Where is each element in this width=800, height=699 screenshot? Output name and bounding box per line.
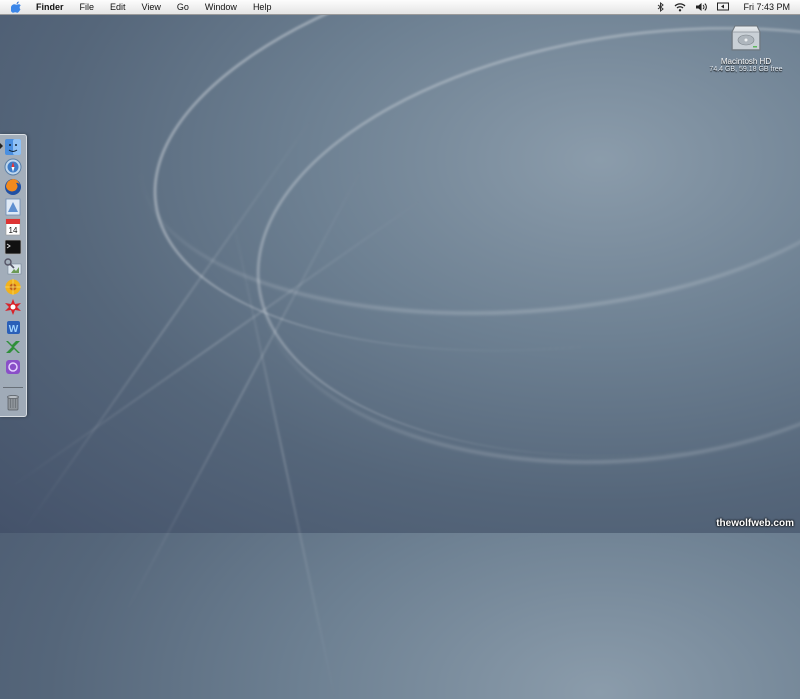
menu-go[interactable]: Go bbox=[169, 0, 197, 14]
wifi-icon[interactable] bbox=[674, 0, 686, 14]
running-indicator bbox=[0, 143, 3, 149]
trash-icon[interactable] bbox=[4, 393, 22, 411]
ical-icon[interactable]: 14 bbox=[4, 218, 22, 236]
svg-text:W: W bbox=[9, 324, 19, 335]
menu-view[interactable]: View bbox=[134, 0, 169, 14]
bluetooth-icon[interactable] bbox=[657, 0, 665, 14]
drive-info-label: 74.4 GB, 59.18 GB free bbox=[709, 66, 783, 73]
drive-name-label: Macintosh HD bbox=[720, 57, 772, 66]
mail-icon[interactable] bbox=[4, 198, 22, 216]
menu-edit[interactable]: Edit bbox=[102, 0, 134, 14]
entourage-icon[interactable] bbox=[4, 358, 22, 376]
menu-finder[interactable]: Finder bbox=[30, 0, 72, 14]
ical-date-badge: 14 bbox=[9, 226, 18, 235]
watermark-text: thewolfweb.com bbox=[716, 518, 794, 529]
preview-icon[interactable] bbox=[4, 258, 22, 276]
desktop-wallpaper bbox=[0, 0, 800, 699]
menu-file[interactable]: File bbox=[72, 0, 103, 14]
excel-icon[interactable] bbox=[4, 338, 22, 356]
menu-clock[interactable]: Fri 7:43 PM bbox=[743, 0, 790, 14]
hard-drive-icon bbox=[731, 25, 761, 51]
display-icon[interactable] bbox=[717, 0, 730, 14]
apple-menu-icon[interactable] bbox=[10, 1, 22, 13]
menu-extras: Fri 7:43 PM bbox=[648, 0, 800, 14]
macintosh-hd-item[interactable]: Macintosh HD 74.4 GB, 59.18 GB free bbox=[700, 22, 792, 73]
volume-icon[interactable] bbox=[695, 0, 708, 14]
terminal-icon[interactable] bbox=[4, 238, 22, 256]
finder-icon[interactable] bbox=[4, 138, 22, 156]
menu-window[interactable]: Window bbox=[197, 0, 245, 14]
sunflower-app-icon[interactable] bbox=[4, 278, 22, 296]
menu-bar: Finder File Edit View Go Window Help Fri… bbox=[0, 0, 800, 15]
safari-icon[interactable] bbox=[4, 158, 22, 176]
dock: 14 W bbox=[0, 134, 27, 417]
menu-help[interactable]: Help bbox=[245, 0, 280, 14]
firefox-icon[interactable] bbox=[4, 178, 22, 196]
word-icon[interactable]: W bbox=[4, 318, 22, 336]
grapher-app-icon[interactable] bbox=[4, 298, 22, 316]
dock-separator bbox=[3, 387, 23, 388]
